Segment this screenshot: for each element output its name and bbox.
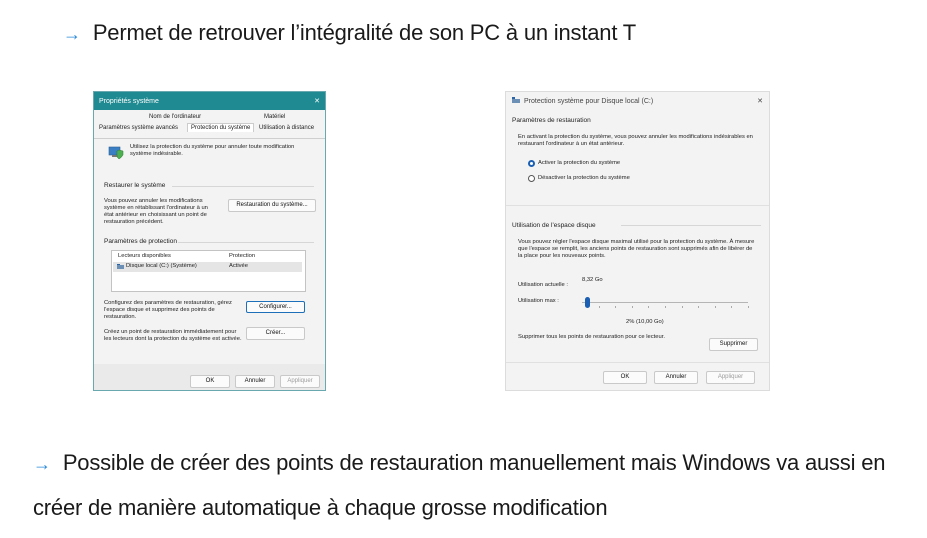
dialog-title: Protection système pour Disque local (C:… (524, 97, 654, 105)
bullet-2-text: Possible de créer des points de restaura… (33, 450, 886, 520)
bullet-2: → Possible de créer des points de restaur… (33, 441, 923, 530)
tab-advanced[interactable]: Paramètres système avancés (99, 125, 178, 131)
delete-text: Supprimer tous les points de restauratio… (518, 334, 665, 340)
arrow-icon: → (33, 454, 51, 474)
configure-text: Configurez des paramètres de restauratio… (104, 300, 232, 320)
drive-icon (512, 96, 520, 106)
slider-track[interactable] (582, 302, 748, 303)
divider (506, 205, 769, 206)
arrow-icon: → (63, 24, 81, 44)
slider-tick (599, 306, 600, 308)
slider-tick (682, 306, 683, 308)
dialog-titlebar: Propriétés système ✕ (94, 92, 325, 110)
slider-tick (665, 306, 666, 308)
slider-tick (648, 306, 649, 308)
intro-text: Utilisez la protection du système pour a… (130, 144, 295, 157)
system-properties-dialog: Propriétés système ✕ Nom de l'ordinateur… (93, 91, 326, 391)
computer-shield-icon (108, 144, 124, 160)
radio-disable-label: Désactiver la protection du système (538, 175, 630, 181)
restore-text: Vous pouvez annuler les modifications sy… (104, 198, 208, 225)
drive-status: Activée (229, 263, 249, 269)
bullet-1-text: Permet de retrouver l’intégralité de son… (92, 20, 636, 45)
tab-strip: Nom de l'ordinateur Matériel Paramètres … (94, 110, 325, 139)
dialog-title: Propriétés système (99, 97, 159, 105)
drives-list: Lecteurs disponibles Protection Disque l… (111, 250, 306, 292)
disk-description: Vous pouvez régler l'espace disque maxim… (518, 239, 755, 259)
slider-tick (748, 306, 749, 308)
drive-icon (117, 264, 124, 269)
col-drives-header: Lecteurs disponibles (118, 253, 171, 259)
dialog-titlebar: Protection système pour Disque local (C:… (506, 92, 769, 110)
disk-usage-label: Utilisation de l'espace disque (512, 222, 596, 229)
cancel-button[interactable]: Annuler (654, 371, 698, 384)
max-usage-label: Utilisation max : (518, 298, 559, 304)
tab-computer-name[interactable]: Nom de l'ordinateur (149, 114, 201, 120)
restore-button[interactable]: Restauration du système... (228, 199, 316, 212)
delete-button[interactable]: Supprimer (709, 338, 758, 351)
restore-params-label: Paramètres de restauration (512, 117, 591, 124)
slider-tick (731, 306, 732, 308)
tab-system-protection[interactable]: Protection du système (187, 123, 255, 132)
close-icon[interactable]: ✕ (757, 97, 763, 105)
divider (506, 362, 769, 363)
current-usage-value: 8,32 Go (582, 277, 603, 283)
current-usage-label: Utilisation actuelle : (518, 282, 568, 288)
ok-button[interactable]: OK (603, 371, 647, 384)
col-protection-header: Protection (229, 253, 256, 259)
cancel-button[interactable]: Annuler (235, 375, 275, 388)
restore-section-label: Restaurer le système (104, 182, 166, 189)
slider-value: 2% (10,00 Go) (626, 319, 664, 325)
radio-enable[interactable] (528, 160, 535, 167)
apply-button[interactable]: Appliquer (280, 375, 320, 388)
radio-disable[interactable] (528, 175, 535, 182)
apply-button[interactable]: Appliquer (706, 371, 755, 384)
divider (621, 225, 761, 226)
restore-description: En activant la protection du système, vo… (518, 134, 753, 147)
bullet-1: → Permet de retrouver l’intégralité de so… (63, 19, 636, 48)
slider-tick (698, 306, 699, 308)
tab-hardware[interactable]: Matériel (264, 114, 285, 120)
create-text: Créez un point de restauration immédiate… (104, 329, 242, 342)
drive-name: Disque local (C:) (Système) (126, 263, 197, 269)
tab-remote[interactable]: Utilisation à distance (259, 125, 314, 131)
list-item[interactable]: Disque local (C:) (Système) Activée (113, 262, 302, 272)
protection-section-label: Paramètres de protection (104, 238, 177, 245)
slider-tick (615, 306, 616, 308)
close-icon[interactable]: ✕ (314, 97, 320, 105)
ok-button[interactable]: OK (190, 375, 230, 388)
configure-button[interactable]: Configurer... (246, 301, 305, 313)
slider-tick (715, 306, 716, 308)
radio-enable-label: Activer la protection du système (538, 160, 621, 166)
system-protection-drive-dialog: Protection système pour Disque local (C:… (505, 91, 770, 391)
slider-tick (632, 306, 633, 308)
create-button[interactable]: Créer... (246, 327, 305, 340)
slider-thumb[interactable] (585, 297, 590, 308)
divider (178, 242, 314, 243)
divider (172, 186, 314, 187)
